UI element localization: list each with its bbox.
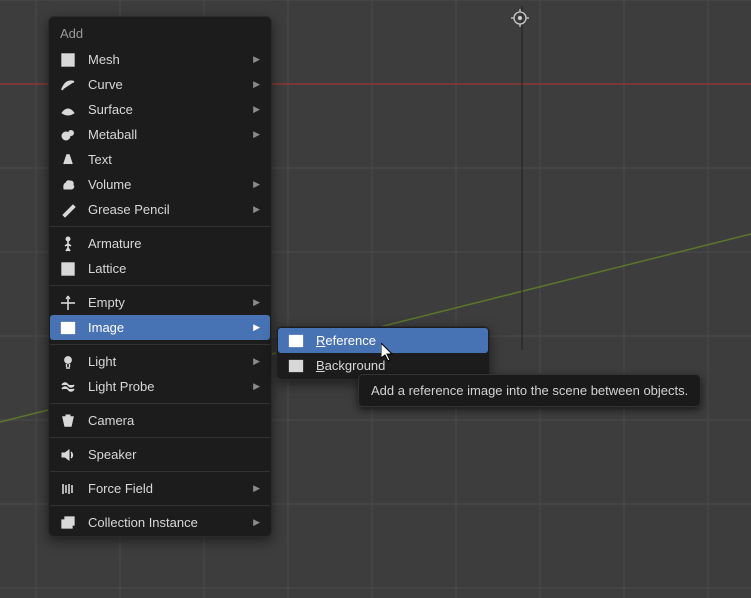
menu-separator: [50, 505, 270, 506]
add-menu: Add Mesh ▶ Curve ▶ Surface ▶ Metaball ▶ Text Volu…: [48, 16, 272, 537]
img-bg-icon: [288, 358, 304, 374]
surface-icon: [60, 102, 76, 118]
submenu-arrow-icon: ▶: [253, 179, 260, 190]
volume-icon: [60, 177, 76, 193]
menu-item-label: Light: [88, 354, 247, 369]
menu-separator: [50, 344, 270, 345]
submenu-arrow-icon: ▶: [253, 79, 260, 90]
menu-item-label: Reference: [316, 333, 478, 348]
metaball-icon: [60, 127, 76, 143]
menu-item-text[interactable]: Text: [50, 147, 270, 172]
menu-item-lattice[interactable]: Lattice: [50, 256, 270, 281]
menu-item-reference[interactable]: Reference: [278, 328, 488, 353]
menu-item-surface[interactable]: Surface ▶: [50, 97, 270, 122]
menu-item-label: Armature: [88, 236, 260, 251]
menu-item-label: Speaker: [88, 447, 260, 462]
menu-item-light[interactable]: Light ▶: [50, 349, 270, 374]
menu-item-label: Curve: [88, 77, 247, 92]
menu-item-label: Image: [88, 320, 247, 335]
menu-separator: [50, 471, 270, 472]
menu-item-label: Camera: [88, 413, 260, 428]
menu-separator: [50, 437, 270, 438]
menu-separator: [50, 226, 270, 227]
submenu-arrow-icon: ▶: [253, 54, 260, 65]
tooltip: Add a reference image into the scene bet…: [358, 374, 701, 407]
speaker-icon: [60, 447, 76, 463]
menu-item-label: Collection Instance: [88, 515, 247, 530]
menu-item-curve[interactable]: Curve ▶: [50, 72, 270, 97]
light-icon: [60, 354, 76, 370]
submenu-arrow-icon: ▶: [253, 381, 260, 392]
menu-item-label: Surface: [88, 102, 247, 117]
menu-item-label: Force Field: [88, 481, 247, 496]
submenu-arrow-icon: ▶: [253, 517, 260, 528]
submenu-arrow-icon: ▶: [253, 129, 260, 140]
armature-icon: [60, 236, 76, 252]
menu-item-grease-pencil[interactable]: Grease Pencil ▶: [50, 197, 270, 222]
curve-icon: [60, 77, 76, 93]
submenu-arrow-icon: ▶: [253, 356, 260, 367]
menu-item-camera[interactable]: Camera: [50, 408, 270, 433]
greasepencil-icon: [60, 202, 76, 218]
menu-item-collection-instance[interactable]: Collection Instance ▶: [50, 510, 270, 535]
menu-item-label: Metaball: [88, 127, 247, 142]
empty-icon: [60, 295, 76, 311]
menu-item-volume[interactable]: Volume ▶: [50, 172, 270, 197]
image-icon: [60, 320, 76, 336]
menu-separator: [50, 403, 270, 404]
menu-item-speaker[interactable]: Speaker: [50, 442, 270, 467]
submenu-arrow-icon: ▶: [253, 322, 260, 333]
submenu-arrow-icon: ▶: [253, 483, 260, 494]
menu-title: Add: [50, 18, 270, 47]
menu-separator: [50, 285, 270, 286]
image-submenu: Reference Background: [276, 326, 490, 380]
menu-item-light-probe[interactable]: Light Probe ▶: [50, 374, 270, 399]
text-icon: [60, 152, 76, 168]
img-ref-icon: [288, 333, 304, 349]
collection-icon: [60, 515, 76, 531]
menu-item-label: Background: [316, 358, 478, 373]
menu-item-label: Grease Pencil: [88, 202, 247, 217]
menu-item-metaball[interactable]: Metaball ▶: [50, 122, 270, 147]
submenu-arrow-icon: ▶: [253, 297, 260, 308]
camera-icon: [60, 413, 76, 429]
menu-item-label: Empty: [88, 295, 247, 310]
menu-item-label: Text: [88, 152, 260, 167]
mesh-icon: [60, 52, 76, 68]
menu-item-armature[interactable]: Armature: [50, 231, 270, 256]
submenu-arrow-icon: ▶: [253, 204, 260, 215]
menu-item-force-field[interactable]: Force Field ▶: [50, 476, 270, 501]
menu-item-label: Mesh: [88, 52, 247, 67]
menu-item-label: Lattice: [88, 261, 260, 276]
menu-item-image[interactable]: Image ▶: [50, 315, 270, 340]
submenu-arrow-icon: ▶: [253, 104, 260, 115]
menu-item-mesh[interactable]: Mesh ▶: [50, 47, 270, 72]
menu-item-label: Volume: [88, 177, 247, 192]
forcefield-icon: [60, 481, 76, 497]
menu-item-empty[interactable]: Empty ▶: [50, 290, 270, 315]
menu-item-label: Light Probe: [88, 379, 247, 394]
lightprobe-icon: [60, 379, 76, 395]
lattice-icon: [60, 261, 76, 277]
